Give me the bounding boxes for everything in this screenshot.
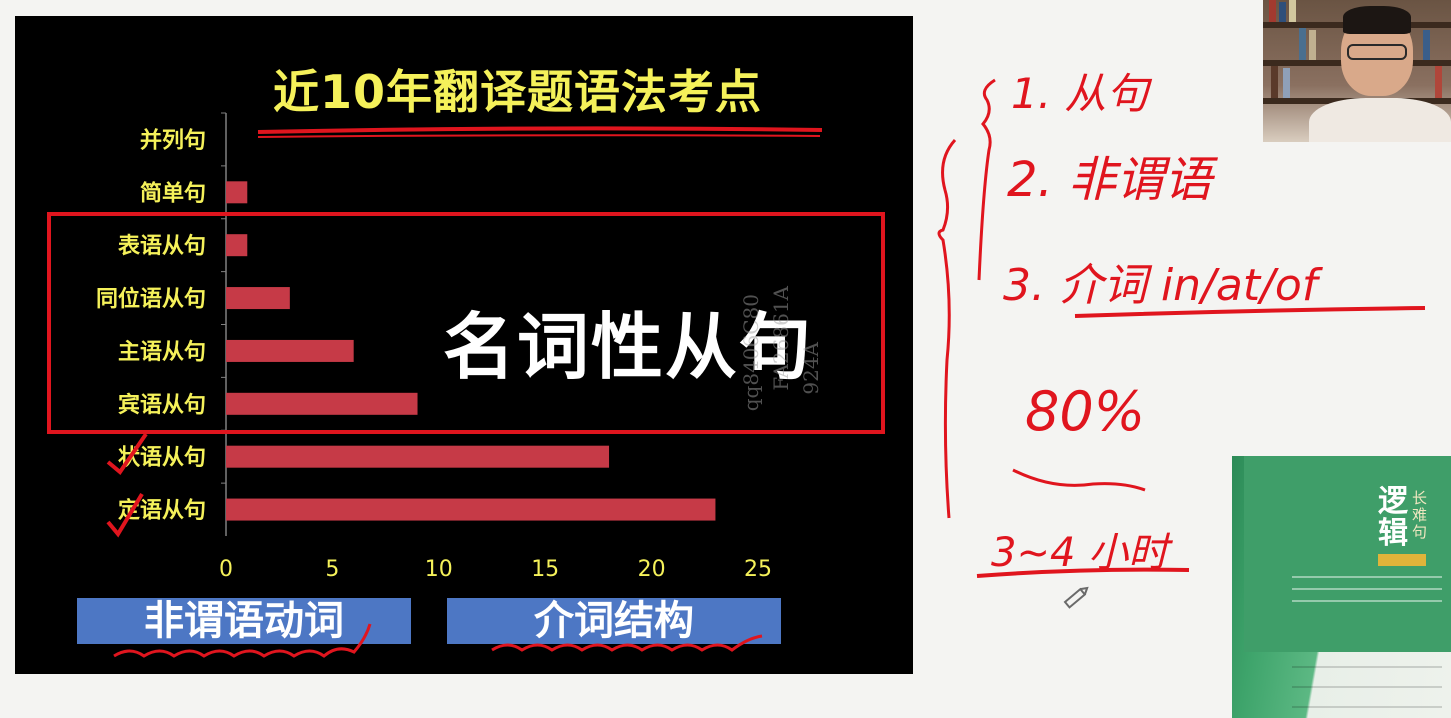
outer-brace — [937, 138, 957, 519]
presenter-shirt — [1309, 98, 1451, 142]
book-subtitle: 长难句 — [1412, 489, 1428, 541]
pencil-icon[interactable] — [1063, 585, 1089, 609]
note-line-1: 1. 从句 — [1011, 69, 1152, 118]
webcam-feed — [1263, 0, 1451, 142]
percent-underline — [1012, 468, 1146, 492]
check-mark-attributive — [106, 492, 144, 538]
percent-note: 80% — [1025, 380, 1145, 443]
book-title: 逻辑 — [1378, 484, 1408, 551]
inner-brace — [977, 78, 996, 281]
note-line-2: 2. 非谓语 — [1007, 152, 1219, 208]
book-cover: 逻辑 长难句 — [1232, 456, 1451, 718]
book-tag — [1378, 554, 1426, 566]
wavy-underline-non-finite — [113, 623, 372, 658]
title-underline — [257, 126, 823, 134]
slide-ink-annotations — [106, 126, 823, 658]
note-line-3: 3. 介词 in/at/of — [1003, 260, 1324, 311]
check-mark-adverbial — [106, 432, 148, 475]
glasses-icon — [1347, 44, 1407, 60]
wavy-underline-preposition — [491, 634, 763, 652]
